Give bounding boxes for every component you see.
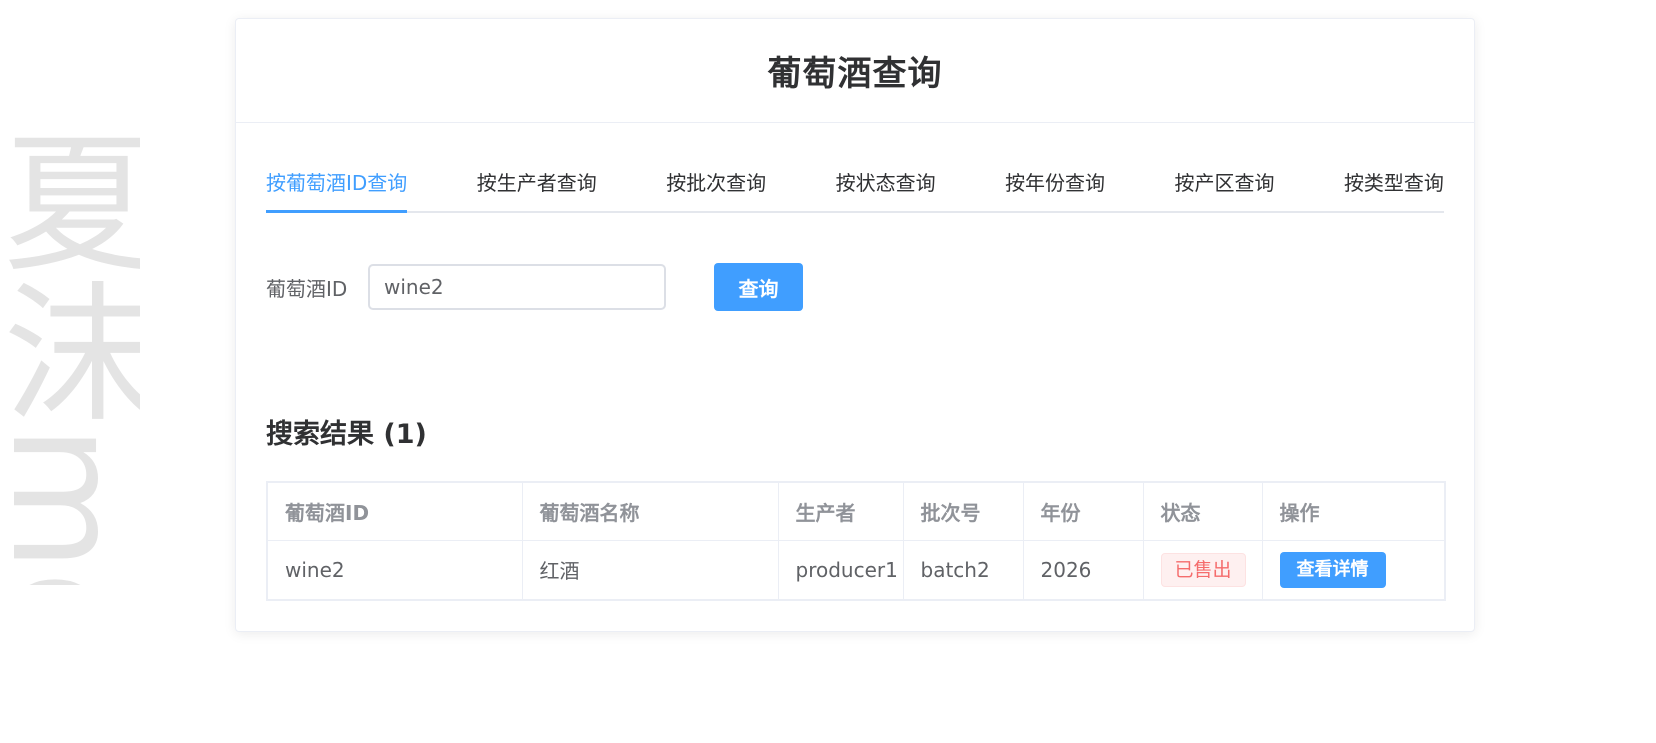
watermark: 夏沫mds — [0, 125, 140, 585]
cell-actions: 查看详情 — [1261, 539, 1446, 601]
card-body: 按葡萄酒ID查询 按生产者查询 按批次查询 按状态查询 按年份查询 按产区查询 … — [236, 165, 1474, 601]
tab-region[interactable]: 按产区查询 — [1175, 165, 1275, 211]
results-table: 葡萄酒ID 葡萄酒名称 生产者 批次号 年份 状态 操作 wine2 红酒 pr… — [266, 481, 1446, 601]
query-card: 葡萄酒查询 按葡萄酒ID查询 按生产者查询 按批次查询 按状态查询 按年份查询 … — [235, 18, 1475, 632]
card-header: 葡萄酒查询 — [236, 19, 1474, 123]
cell-producer: producer1 — [777, 539, 904, 601]
cell-year: 2026 — [1022, 539, 1144, 601]
tab-batch[interactable]: 按批次查询 — [666, 165, 766, 211]
tab-wine-id[interactable]: 按葡萄酒ID查询 — [266, 165, 408, 213]
wine-id-input[interactable] — [368, 264, 666, 310]
wine-id-label: 葡萄酒ID — [266, 276, 348, 301]
tab-producer[interactable]: 按生产者查询 — [477, 165, 597, 211]
column-header-actions: 操作 — [1261, 481, 1446, 541]
column-header-producer: 生产者 — [777, 481, 904, 541]
column-header-wine-name: 葡萄酒名称 — [521, 481, 779, 541]
query-tabs: 按葡萄酒ID查询 按生产者查询 按批次查询 按状态查询 按年份查询 按产区查询 … — [266, 165, 1444, 213]
view-details-button[interactable]: 查看详情 — [1279, 551, 1386, 588]
search-form: 葡萄酒ID 查询 — [266, 263, 1444, 311]
cell-batch: batch2 — [902, 539, 1024, 601]
results-title: 搜索结果 (1) — [266, 419, 427, 450]
page-title: 葡萄酒查询 — [767, 54, 943, 94]
column-header-year: 年份 — [1022, 481, 1144, 541]
status-badge: 已售出 — [1160, 552, 1246, 587]
column-header-status: 状态 — [1142, 481, 1263, 541]
cell-wine-id: wine2 — [266, 539, 523, 601]
tab-year[interactable]: 按年份查询 — [1005, 165, 1105, 211]
cell-wine-name: 红酒 — [521, 539, 779, 601]
column-header-wine-id: 葡萄酒ID — [266, 481, 523, 541]
column-header-batch: 批次号 — [902, 481, 1024, 541]
query-button[interactable]: 查询 — [714, 263, 803, 311]
cell-status: 已售出 — [1142, 539, 1263, 601]
table-row: wine2 红酒 producer1 batch2 2026 已售出 查看详情 — [266, 539, 1446, 601]
tab-type[interactable]: 按类型查询 — [1344, 165, 1444, 211]
tab-status[interactable]: 按状态查询 — [836, 165, 936, 211]
table-header-row: 葡萄酒ID 葡萄酒名称 生产者 批次号 年份 状态 操作 — [266, 481, 1446, 541]
